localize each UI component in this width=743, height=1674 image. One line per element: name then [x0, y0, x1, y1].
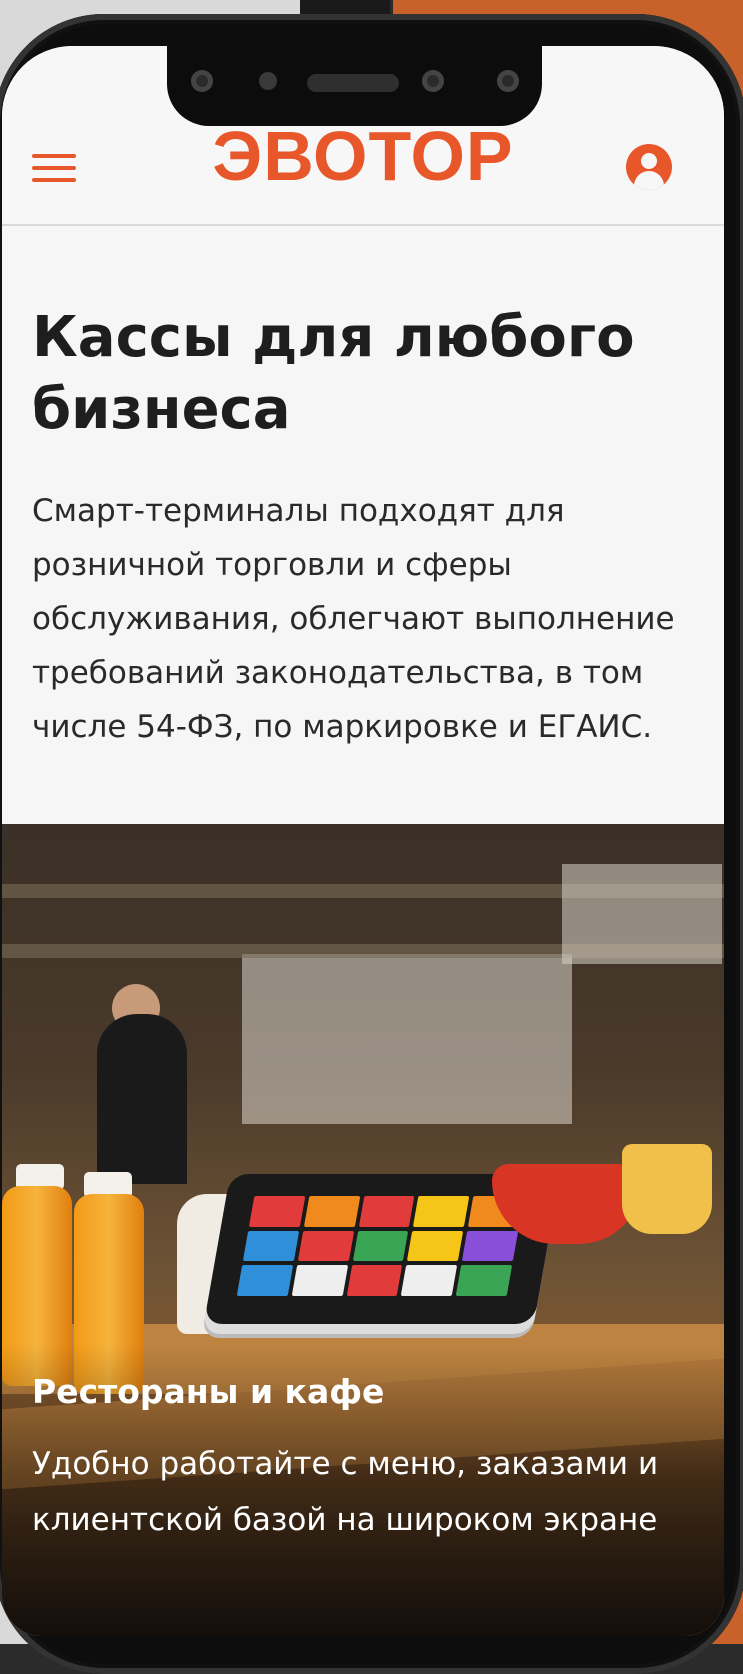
- phone-notch: [167, 46, 542, 126]
- kitchen-wall: [242, 954, 572, 1124]
- page-description: Смарт-терминалы подходят для розничной т…: [32, 493, 675, 745]
- user-account-icon[interactable]: [626, 144, 672, 190]
- front-camera-icon: [191, 70, 213, 92]
- proximity-sensor-icon: [497, 70, 519, 92]
- page-title: Кассы для любого бизнеса: [32, 305, 635, 442]
- menu-board: [562, 864, 722, 964]
- card-title: Рестораны и кафе: [32, 1372, 385, 1411]
- card-description: Удобно работайте с меню, заказами и клие…: [32, 1446, 659, 1538]
- phone-frame: ЭВОТОР Кассы для любого бизнеса Смарт-те…: [0, 14, 743, 1674]
- sensor-icon: [422, 70, 444, 92]
- sensor-dot: [259, 72, 277, 90]
- brand-logo[interactable]: ЭВОТОР: [2, 116, 724, 196]
- restaurant-cafe-card[interactable]: Рестораны и кафе Удобно работайте с меню…: [2, 824, 724, 1636]
- chef-figure: [97, 1014, 187, 1184]
- yellow-cup: [622, 1144, 712, 1234]
- phone-screen: ЭВОТОР Кассы для любого бизнеса Смарт-те…: [2, 46, 724, 1636]
- terminal-screen-tiles: [236, 1196, 525, 1296]
- earpiece-speaker: [307, 74, 399, 92]
